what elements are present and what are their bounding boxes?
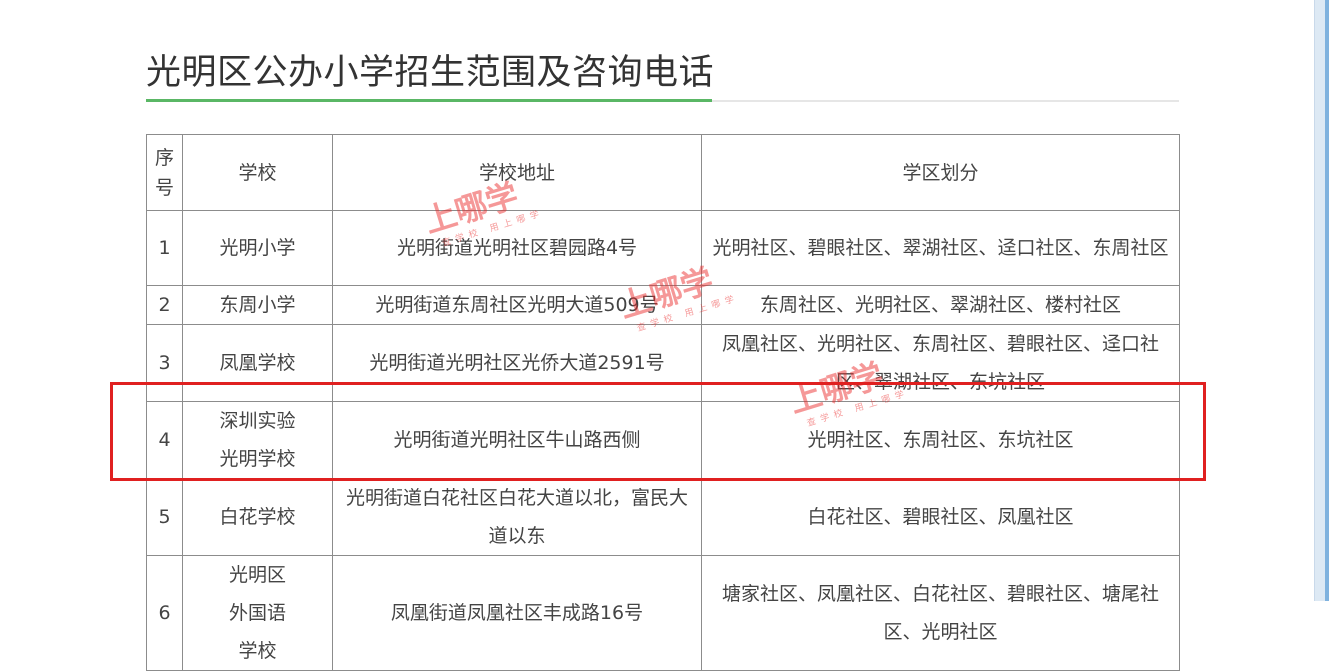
row-district: 东周社区、光明社区、翠湖社区、楼村社区 [701,285,1180,325]
row-address: 凤凰街道凤凰社区丰成路16号 [332,555,702,671]
row-district: 白花社区、碧眼社区、凤凰社区 [701,478,1180,556]
table-header-row: 序号 学校 学校地址 学区划分 [146,134,1180,211]
row-highlight-box [110,382,1206,481]
header-index-label: 序号 [154,146,174,199]
table-row: 1 光明小学 光明街道光明社区碧园路4号 光明社区、碧眼社区、翠湖社区、迳口社区… [146,210,1180,286]
header-school: 学校 [182,134,333,211]
row-address: 光明街道白花社区白花大道以北，富民大道以东 [332,478,702,556]
header-index: 序号 [146,134,183,211]
row-address: 光明街道光明社区碧园路4号 [332,210,702,286]
page-title: 光明区公办小学招生范围及咨询电话 [146,53,715,93]
row-school: 光明区外国语学校 [182,555,333,671]
row-index: 1 [146,210,183,286]
row-address: 光明街道东周社区光明大道509号 [332,285,702,325]
header-address: 学校地址 [332,134,702,211]
table-row: 5 白花学校 光明街道白花社区白花大道以北，富民大道以东 白花社区、碧眼社区、凤… [146,478,1180,556]
row-school: 白花学校 [182,478,333,556]
row-school: 光明小学 [182,210,333,286]
row-district: 光明社区、碧眼社区、翠湖社区、迳口社区、东周社区 [701,210,1180,286]
row-school: 东周小学 [182,285,333,325]
row-school-label: 光明区外国语学校 [228,564,286,662]
page-right-edge [1325,0,1329,601]
row-index: 5 [146,478,183,556]
row-index: 6 [146,555,183,671]
table-row: 2 东周小学 光明街道东周社区光明大道509号 东周社区、光明社区、翠湖社区、楼… [146,285,1180,325]
table-row: 6 光明区外国语学校 凤凰街道凤凰社区丰成路16号 塘家社区、凤凰社区、白花社区… [146,555,1180,671]
header-district: 学区划分 [701,134,1180,211]
row-index: 2 [146,285,183,325]
row-district: 塘家社区、凤凰社区、白花社区、碧眼社区、塘尾社区、光明社区 [701,555,1180,671]
title-accent-underline [146,99,712,102]
